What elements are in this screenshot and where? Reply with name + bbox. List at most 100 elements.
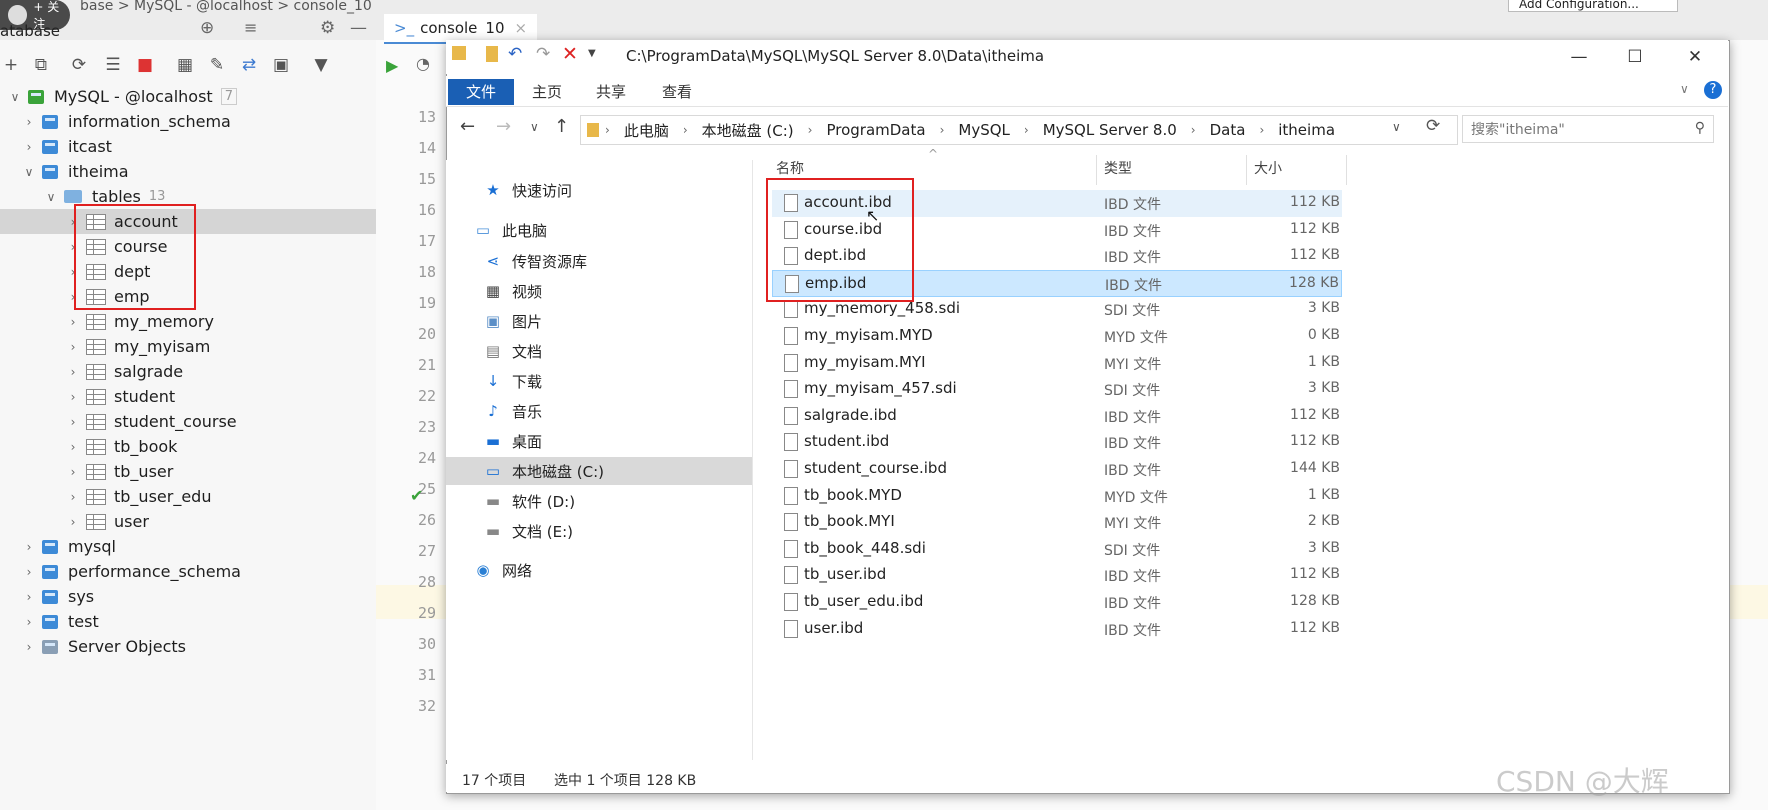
chevron-right-icon[interactable]: ›	[66, 440, 80, 454]
redo-icon[interactable]: ↷	[536, 44, 550, 64]
chevron-right-icon[interactable]: ›	[22, 115, 36, 129]
file-row[interactable]: tb_book.MYD MYD 文件 1 KB	[772, 483, 1342, 510]
help-icon[interactable]: ?	[1704, 81, 1722, 99]
breadcrumb-programdata[interactable]: ProgramData	[826, 121, 925, 139]
nav-item[interactable]: ▦ 视频	[484, 277, 542, 305]
nav-item[interactable]: ↓ 下载	[484, 367, 542, 395]
tab-home[interactable]: 主页	[520, 79, 574, 105]
customize-dropdown-icon[interactable]: ▼	[588, 48, 596, 59]
chevron-right-icon[interactable]: ›	[66, 365, 80, 379]
chevron-right-icon[interactable]: ›	[66, 490, 80, 504]
add-icon[interactable]: +	[0, 54, 22, 76]
column-header-name[interactable]: 名称	[776, 158, 804, 178]
breadcrumb-data[interactable]: Data	[1210, 121, 1246, 139]
maximize-button[interactable]: ☐	[1612, 44, 1658, 70]
chevron-right-icon[interactable]: ›	[66, 415, 80, 429]
recent-locations-icon[interactable]: ∨	[530, 120, 539, 134]
nav-item[interactable]: ★ 快速访问	[484, 176, 572, 204]
search-input[interactable]: 搜索"itheima" ⚲	[1462, 115, 1714, 143]
tree-item[interactable]: › Server Objects	[0, 634, 376, 659]
edit-icon[interactable]: ✎	[206, 54, 228, 76]
nav-item[interactable]: ▬ 文档 (E:)	[484, 517, 573, 545]
nav-item[interactable]: ◉ 网络	[474, 556, 532, 584]
chevron-right-icon[interactable]: ›	[22, 640, 36, 654]
nav-item[interactable]: ▭ 本地磁盘 (C:)	[446, 457, 752, 485]
address-dropdown-icon[interactable]: ∨	[1392, 120, 1401, 134]
breadcrumb-mysql-server[interactable]: MySQL Server 8.0	[1043, 121, 1177, 139]
tree-item[interactable]: › student_course	[0, 409, 376, 434]
tree-item[interactable]: › information_schema	[0, 109, 376, 134]
chevron-right-icon[interactable]: ›	[22, 140, 36, 154]
file-row[interactable]: student_course.ibd IBD 文件 144 KB	[772, 456, 1342, 483]
forward-arrow-icon[interactable]: →	[496, 116, 511, 137]
delete-icon[interactable]: ✕	[562, 43, 578, 65]
file-row[interactable]: my_myisam.MYD MYD 文件 0 KB	[772, 323, 1342, 350]
tree-item[interactable]: › tb_user_edu	[0, 484, 376, 509]
chevron-down-icon[interactable]: ∨	[22, 165, 36, 179]
quick-access-toolbar-icon[interactable]	[486, 46, 498, 62]
table-icon[interactable]: ▦	[174, 54, 196, 76]
up-arrow-icon[interactable]: ↑	[554, 116, 569, 137]
chevron-right-icon[interactable]: ›	[22, 540, 36, 554]
properties-icon[interactable]: ☰	[102, 54, 124, 76]
tree-item[interactable]: › salgrade	[0, 359, 376, 384]
chevron-right-icon[interactable]: ›	[66, 465, 80, 479]
ribbon-expand-icon[interactable]: ∨	[1680, 82, 1689, 96]
collapse-all-icon[interactable]: ≡	[244, 18, 257, 37]
tree-item[interactable]: › my_memory	[0, 309, 376, 334]
tab-share[interactable]: 共享	[584, 79, 638, 105]
minimize-button[interactable]: —	[1556, 44, 1602, 70]
chevron-down-icon[interactable]: ∨	[8, 90, 22, 104]
nav-item[interactable]: ⋖ 传智资源库	[484, 247, 587, 275]
tree-item[interactable]: › tb_book	[0, 434, 376, 459]
chevron-right-icon[interactable]: ›	[22, 590, 36, 604]
file-row[interactable]: my_myisam_457.sdi SDI 文件 3 KB	[772, 376, 1342, 403]
breadcrumb-this-pc[interactable]: 此电脑	[624, 120, 669, 141]
close-window-button[interactable]: ✕	[1672, 44, 1718, 70]
tree-item[interactable]: › student	[0, 384, 376, 409]
tree-item[interactable]: ∨ MySQL - @localhost 7	[0, 84, 376, 109]
nav-item[interactable]: ▭ 此电脑	[474, 216, 547, 244]
file-row[interactable]: tb_user_edu.ibd IBD 文件 128 KB	[772, 589, 1342, 616]
column-header-type[interactable]: 类型	[1104, 158, 1132, 178]
tree-item[interactable]: › test	[0, 609, 376, 634]
minimize-panel-icon[interactable]: —	[350, 18, 367, 38]
tree-item[interactable]: › itcast	[0, 134, 376, 159]
breadcrumb-mysql[interactable]: MySQL	[958, 121, 1010, 139]
chevron-right-icon[interactable]: ›	[66, 515, 80, 529]
nav-item[interactable]: ▣ 图片	[484, 307, 542, 335]
chevron-right-icon[interactable]: ›	[66, 390, 80, 404]
refresh-icon[interactable]: ⟳	[1426, 116, 1440, 136]
breadcrumb-c-drive[interactable]: 本地磁盘 (C:)	[702, 120, 794, 141]
history-icon[interactable]: ◔	[416, 54, 430, 73]
tree-item[interactable]: ∨ itheima	[0, 159, 376, 184]
chevron-right-icon[interactable]: ›	[22, 615, 36, 629]
address-bar[interactable]: › 此电脑 › 本地磁盘 (C:) › ProgramData › MySQL …	[580, 115, 1458, 145]
chevron-right-icon[interactable]: ›	[66, 315, 80, 329]
tree-item[interactable]: › user	[0, 509, 376, 534]
nav-item[interactable]: ♪ 音乐	[484, 397, 542, 425]
gear-icon[interactable]: ⚙	[320, 18, 335, 38]
file-row[interactable]: tb_book_448.sdi SDI 文件 3 KB	[772, 536, 1342, 563]
tree-item[interactable]: › performance_schema	[0, 559, 376, 584]
nav-item[interactable]: ▤ 文档	[484, 337, 542, 365]
filter-icon[interactable]: ▼	[310, 54, 332, 76]
jump-icon[interactable]: ⇄	[238, 54, 260, 76]
file-row[interactable]: user.ibd IBD 文件 112 KB	[772, 616, 1342, 643]
undo-icon[interactable]: ↶	[508, 44, 522, 64]
back-arrow-icon[interactable]: ←	[460, 116, 475, 137]
file-row[interactable]: student.ibd IBD 文件 112 KB	[772, 429, 1342, 456]
run-icon[interactable]: ▶	[386, 56, 398, 75]
tree-item[interactable]: › tb_user	[0, 459, 376, 484]
column-header-size[interactable]: 大小	[1254, 158, 1282, 178]
breadcrumb-itheima[interactable]: itheima	[1278, 121, 1335, 139]
file-row[interactable]: salgrade.ibd IBD 文件 112 KB	[772, 403, 1342, 430]
nav-item[interactable]: ▬ 桌面	[484, 427, 542, 455]
file-row[interactable]: tb_book.MYI MYI 文件 2 KB	[772, 509, 1342, 536]
tree-item[interactable]: › mysql	[0, 534, 376, 559]
close-icon[interactable]: ×	[515, 19, 528, 37]
chevron-down-icon[interactable]: ∨	[44, 190, 58, 204]
tree-item[interactable]: › sys	[0, 584, 376, 609]
file-row[interactable]: my_myisam.MYI MYI 文件 1 KB	[772, 350, 1342, 377]
refresh-icon[interactable]: ⟳	[68, 54, 90, 76]
